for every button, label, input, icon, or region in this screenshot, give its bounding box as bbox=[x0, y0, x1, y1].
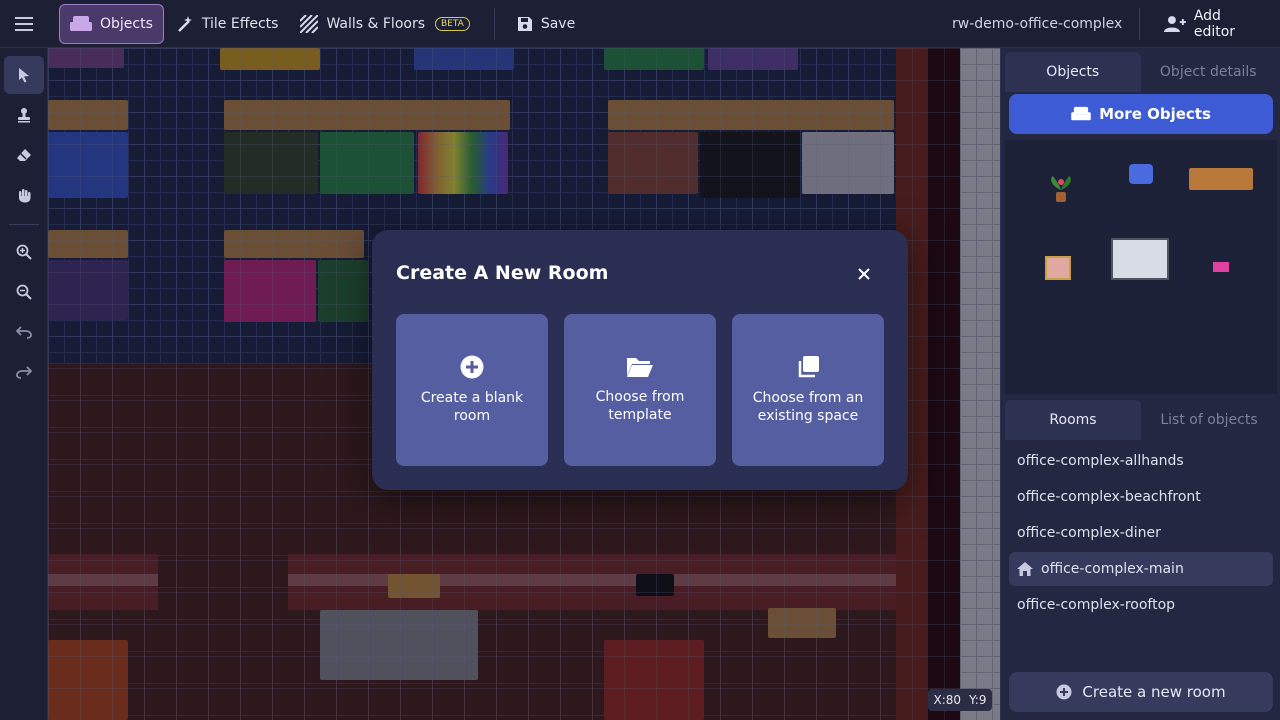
room-item-active[interactable]: office-complex-main bbox=[1009, 552, 1273, 586]
plant-icon bbox=[1051, 176, 1071, 202]
tab-tile-effects-label: Tile Effects bbox=[201, 15, 279, 32]
option-label: Choose from an existing space bbox=[752, 390, 864, 424]
choose-existing-space-option[interactable]: Choose from an existing space bbox=[732, 314, 884, 466]
object-thumb-chair[interactable] bbox=[1129, 164, 1153, 184]
hand-icon bbox=[18, 189, 30, 203]
tab-objects-panel[interactable]: Objects bbox=[1005, 52, 1141, 92]
right-panel: Objects Object details More Objects Room… bbox=[1000, 48, 1280, 720]
coord-y: Y:9 bbox=[969, 693, 987, 707]
toolbar-divider bbox=[493, 7, 495, 40]
add-editor-label: Add editor bbox=[1193, 8, 1236, 40]
option-label: Create a blank room bbox=[420, 390, 524, 424]
left-toolbar bbox=[0, 48, 48, 720]
redo-tool[interactable] bbox=[4, 353, 44, 391]
room-item[interactable]: office-complex-diner bbox=[1009, 516, 1273, 550]
tab-rooms[interactable]: Rooms bbox=[1005, 400, 1141, 440]
top-bar: Objects Tile Effects Walls & Floors BETA… bbox=[0, 0, 1280, 48]
room-name: office-complex-main bbox=[1041, 561, 1184, 577]
space-name: rw-demo-office-complex bbox=[952, 16, 1123, 32]
hamburger-icon bbox=[15, 16, 33, 31]
room-name: office-complex-beachfront bbox=[1017, 489, 1201, 505]
add-editor-button[interactable]: Add editor bbox=[1150, 4, 1280, 44]
more-objects-button[interactable]: More Objects bbox=[1009, 94, 1273, 134]
tab-objects-label: Objects bbox=[100, 15, 153, 32]
save-button[interactable]: Save bbox=[507, 4, 585, 44]
rooms-tabs: Rooms List of objects bbox=[1005, 400, 1277, 440]
couch-icon bbox=[70, 15, 92, 31]
magic-wand-icon bbox=[178, 15, 192, 32]
plus-circle-icon bbox=[1056, 684, 1072, 700]
object-palette bbox=[1005, 140, 1277, 394]
hand-tool[interactable] bbox=[4, 176, 44, 214]
more-objects-label: More Objects bbox=[1099, 105, 1211, 123]
room-item[interactable]: office-complex-allhands bbox=[1009, 444, 1273, 478]
save-label: Save bbox=[540, 15, 576, 32]
select-icon bbox=[18, 68, 29, 83]
modal-title: Create A New Room bbox=[396, 262, 609, 284]
coordinates-readout: X:80 Y:9 bbox=[928, 689, 992, 711]
panel-tabs: Objects Object details bbox=[1005, 52, 1276, 92]
tab-walls-floors-label: Walls & Floors bbox=[326, 15, 425, 32]
choose-template-option[interactable]: Choose from template bbox=[564, 314, 716, 466]
undo-tool[interactable] bbox=[4, 313, 44, 351]
zoom-out-icon bbox=[16, 284, 32, 300]
tab-objects[interactable]: Objects bbox=[59, 3, 164, 44]
eraser-icon bbox=[16, 149, 31, 161]
copy-icon bbox=[798, 356, 819, 378]
room-name: office-complex-allhands bbox=[1017, 453, 1184, 469]
object-thumb-desk[interactable] bbox=[1189, 168, 1253, 190]
tab-object-details[interactable]: Object details bbox=[1141, 52, 1277, 92]
select-tool[interactable] bbox=[3, 56, 44, 94]
stamp-icon bbox=[17, 108, 30, 123]
object-thumb-tetromino[interactable] bbox=[1213, 262, 1229, 272]
redo-icon bbox=[15, 366, 32, 379]
create-room-label: Create a new room bbox=[1082, 683, 1226, 701]
couch-icon bbox=[1071, 106, 1091, 121]
zoom-in-tool[interactable] bbox=[4, 233, 44, 271]
option-label: Choose from template bbox=[595, 389, 685, 423]
create-room-modal: Create A New Room Create a blank room Ch… bbox=[372, 230, 908, 490]
zoom-in-icon bbox=[16, 244, 32, 260]
tab-list-of-objects[interactable]: List of objects bbox=[1141, 400, 1277, 440]
rooms-list: office-complex-allhands office-complex-b… bbox=[1005, 442, 1277, 624]
undo-icon bbox=[15, 326, 32, 339]
close-icon bbox=[858, 268, 870, 280]
close-button[interactable] bbox=[852, 262, 876, 286]
plus-circle-icon bbox=[460, 355, 484, 379]
tool-divider bbox=[8, 224, 39, 225]
hatch-icon bbox=[300, 14, 319, 33]
room-item[interactable]: office-complex-rooftop bbox=[1009, 588, 1273, 622]
user-plus-icon bbox=[1164, 16, 1186, 32]
create-new-room-button[interactable]: Create a new room bbox=[1009, 672, 1273, 712]
object-thumb-rug[interactable] bbox=[1045, 256, 1071, 280]
beta-badge: BETA bbox=[435, 16, 470, 31]
tab-tile-effects[interactable]: Tile Effects bbox=[166, 4, 289, 44]
room-name: office-complex-diner bbox=[1017, 525, 1161, 541]
eraser-tool[interactable] bbox=[4, 136, 44, 174]
home-icon bbox=[1017, 562, 1033, 576]
coord-x: X:80 bbox=[933, 693, 962, 707]
folder-open-icon bbox=[627, 358, 653, 377]
menu-button[interactable] bbox=[0, 0, 48, 48]
floppy-disk-icon bbox=[517, 16, 532, 31]
room-name: office-complex-rooftop bbox=[1017, 597, 1176, 613]
object-thumb-whiteboard[interactable] bbox=[1111, 238, 1169, 280]
zoom-out-tool[interactable] bbox=[4, 273, 44, 311]
create-blank-room-option[interactable]: Create a blank room bbox=[396, 314, 548, 466]
stamp-tool[interactable] bbox=[4, 96, 44, 134]
object-thumb-plant[interactable] bbox=[1047, 174, 1075, 208]
room-item[interactable]: office-complex-beachfront bbox=[1009, 480, 1273, 514]
tab-walls-floors[interactable]: Walls & Floors BETA bbox=[290, 4, 479, 44]
toolbar-divider bbox=[1139, 8, 1140, 40]
